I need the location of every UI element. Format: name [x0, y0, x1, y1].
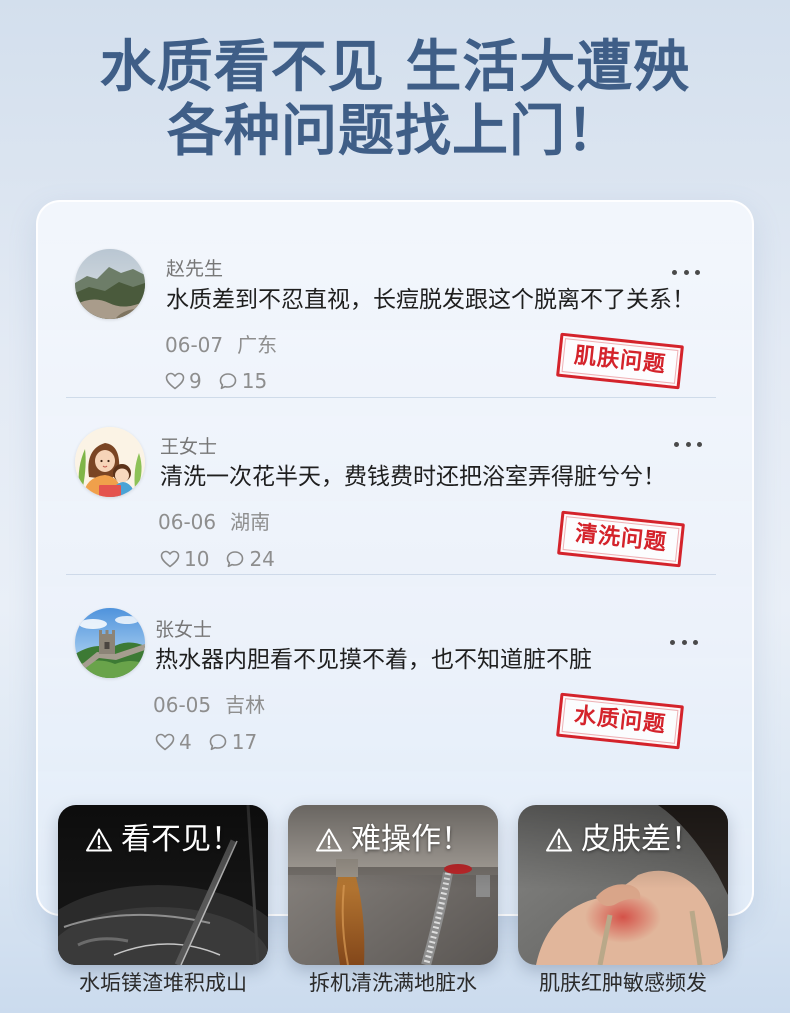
user-avatar[interactable]	[75, 427, 145, 497]
warning-triangle-icon	[86, 828, 112, 852]
avatar-image	[75, 249, 145, 319]
warning-triangle-icon	[546, 828, 572, 852]
avatar-image	[75, 608, 145, 678]
tile-label: 看不见！	[58, 821, 268, 859]
user-avatar[interactable]	[75, 249, 145, 319]
heart-icon	[155, 733, 175, 751]
tile-label: 难操作！	[288, 821, 498, 859]
comment-stats: 9 15	[165, 369, 283, 393]
warning-triangle-icon	[316, 828, 342, 852]
tile-label-text: 难操作！	[351, 822, 471, 857]
problem-tile-skin: 皮肤差！	[518, 805, 728, 965]
tile-caption: 水垢镁渣堆积成山	[79, 971, 247, 995]
comment-location: 广东	[237, 333, 278, 357]
avatar-image	[75, 427, 145, 497]
comment-author[interactable]: 王女士	[160, 435, 217, 459]
like-button[interactable]: 4	[155, 730, 192, 754]
comment-date: 06-06	[158, 510, 217, 534]
more-dots-icon[interactable]	[672, 266, 700, 278]
comment-date: 06-05	[153, 693, 212, 717]
reply-button[interactable]: 17	[208, 730, 257, 754]
headline-line-1: 水质看不见 生活大遭殃	[99, 35, 691, 100]
comment-bubble-icon	[209, 734, 227, 751]
comment-author[interactable]: 张女士	[155, 618, 212, 642]
comment-text: 热水器内胆看不见摸不着，也不知道脏不脏	[155, 647, 592, 673]
comment-stats: 4 17	[155, 730, 273, 754]
comment-bubble-icon	[227, 551, 244, 568]
problem-tile-cleaning: 难操作！	[288, 805, 498, 965]
comment-stats: 10 24	[160, 547, 291, 571]
more-dots-icon[interactable]	[674, 438, 702, 450]
problem-tile-scale: 看不见！	[58, 805, 268, 965]
comment-date: 06-07	[165, 333, 224, 357]
like-count: 4	[179, 730, 192, 754]
comment-meta: 06-07 广东	[165, 333, 277, 357]
divider	[66, 397, 716, 398]
reply-count: 15	[241, 369, 268, 393]
comment-location: 吉林	[225, 693, 266, 717]
comment-meta: 06-05 吉林	[153, 693, 265, 717]
like-count: 9	[189, 369, 202, 393]
like-button[interactable]: 10	[160, 547, 209, 571]
comment-meta: 06-06 湖南	[158, 510, 270, 534]
like-count: 10	[184, 547, 210, 571]
reply-button[interactable]: 15	[218, 369, 267, 393]
tile-caption: 肌肤红肿敏感频发	[539, 971, 707, 995]
tile-label-text: 皮肤差！	[581, 822, 701, 857]
divider	[66, 574, 716, 575]
reply-count: 24	[249, 547, 275, 571]
heart-icon	[165, 372, 185, 390]
headline-line-2: 各种问题找上门！	[167, 99, 623, 164]
comment-location: 湖南	[230, 510, 271, 534]
heart-icon	[160, 550, 180, 568]
like-button[interactable]: 9	[165, 369, 202, 393]
comment-bubble-icon	[219, 373, 237, 390]
tile-label: 皮肤差！	[518, 821, 728, 859]
reply-button[interactable]: 24	[225, 547, 275, 571]
reply-count: 17	[231, 730, 258, 754]
user-avatar[interactable]	[75, 608, 145, 678]
tile-label-text: 看不见！	[121, 822, 241, 857]
tile-caption: 拆机清洗满地脏水	[309, 971, 477, 995]
more-dots-icon[interactable]	[670, 636, 698, 648]
comment-text: 水质差到不忍直视，长痘脱发跟这个脱离不了关系！	[166, 287, 695, 313]
comment-text: 清洗一次花半天，费钱费时还把浴室弄得脏兮兮！	[160, 464, 666, 490]
comment-author[interactable]: 赵先生	[166, 257, 223, 281]
